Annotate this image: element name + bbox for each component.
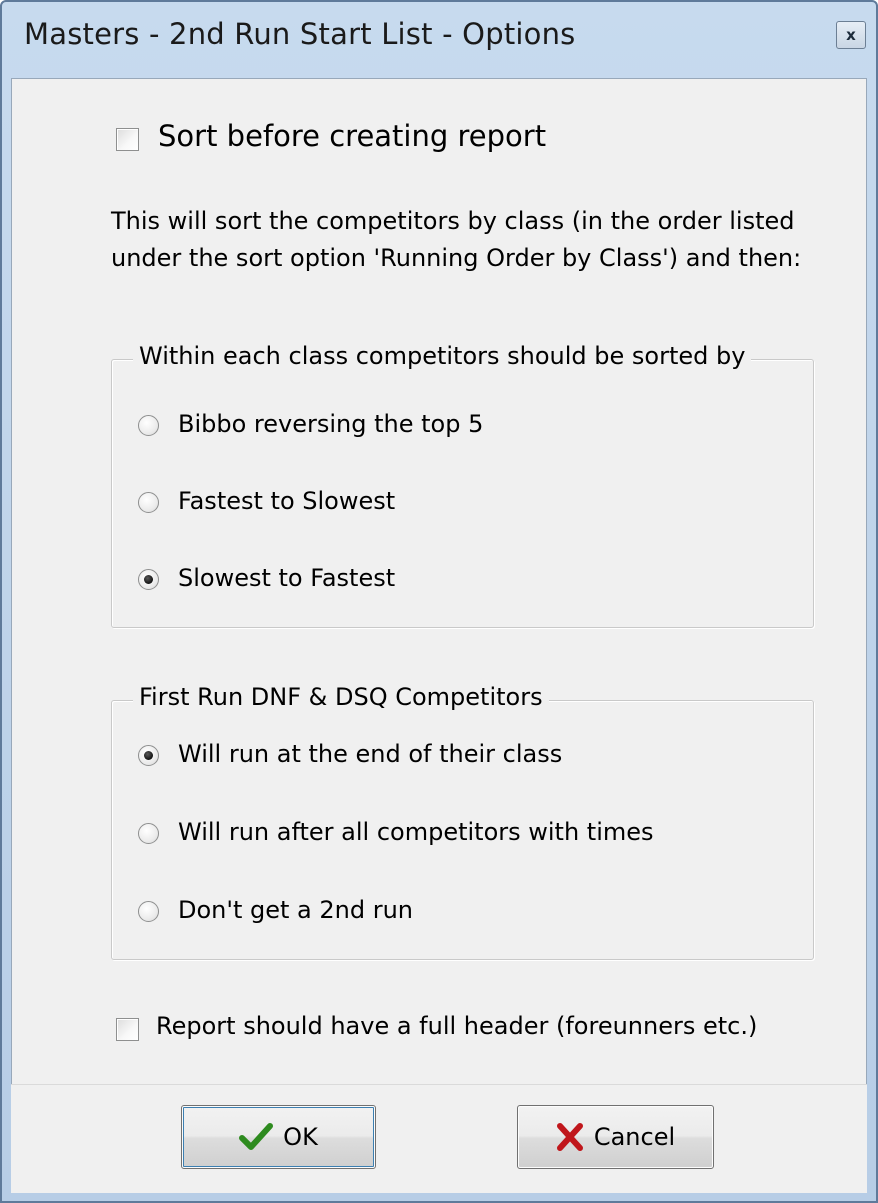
close-button[interactable]: x xyxy=(836,21,866,49)
radio-slowest-to-fastest-label[interactable]: Slowest to Fastest xyxy=(178,564,395,592)
sort-before-checkbox[interactable] xyxy=(116,128,139,151)
radio-fastest-to-slowest[interactable] xyxy=(138,492,159,513)
ok-button[interactable]: OK xyxy=(181,1105,376,1169)
radio-no-second-run[interactable] xyxy=(138,901,159,922)
options-dialog: Masters - 2nd Run Start List - Options x… xyxy=(0,0,878,1203)
title-bar[interactable]: Masters - 2nd Run Start List - Options x xyxy=(2,2,876,78)
full-header-label[interactable]: Report should have a full header (foreun… xyxy=(156,1012,757,1040)
radio-after-all-timed[interactable] xyxy=(138,823,159,844)
dnf-dsq-group-title: First Run DNF & DSQ Competitors xyxy=(133,683,549,711)
radio-selected-dot xyxy=(144,575,153,584)
radio-after-all-timed-label[interactable]: Will run after all competitors with time… xyxy=(178,818,654,846)
radio-selected-dot xyxy=(144,751,153,760)
within-class-group-title: Within each class competitors should be … xyxy=(133,342,752,370)
radio-end-of-class-label[interactable]: Will run at the end of their class xyxy=(178,740,562,768)
sort-description: This will sort the competitors by class … xyxy=(111,207,802,272)
cancel-button[interactable]: Cancel xyxy=(517,1105,714,1169)
radio-slowest-to-fastest[interactable] xyxy=(138,569,159,590)
ok-label: OK xyxy=(283,1123,318,1151)
radio-bibbo-label[interactable]: Bibbo reversing the top 5 xyxy=(178,410,483,438)
radio-end-of-class[interactable] xyxy=(138,745,159,766)
checkmark-icon xyxy=(239,1123,274,1150)
radio-fastest-to-slowest-label[interactable]: Fastest to Slowest xyxy=(178,487,395,515)
radio-bibbo[interactable] xyxy=(138,415,159,436)
close-icon: x xyxy=(846,26,856,44)
dialog-body: Sort before creating report This will so… xyxy=(11,78,867,1192)
cancel-label: Cancel xyxy=(593,1123,676,1151)
x-icon xyxy=(556,1123,583,1151)
full-header-checkbox[interactable] xyxy=(116,1018,139,1041)
radio-no-second-run-label[interactable]: Don't get a 2nd run xyxy=(178,896,413,924)
button-bar: OK Cancel xyxy=(11,1084,867,1193)
sort-before-label[interactable]: Sort before creating report xyxy=(158,119,546,153)
window-title: Masters - 2nd Run Start List - Options xyxy=(24,17,576,51)
